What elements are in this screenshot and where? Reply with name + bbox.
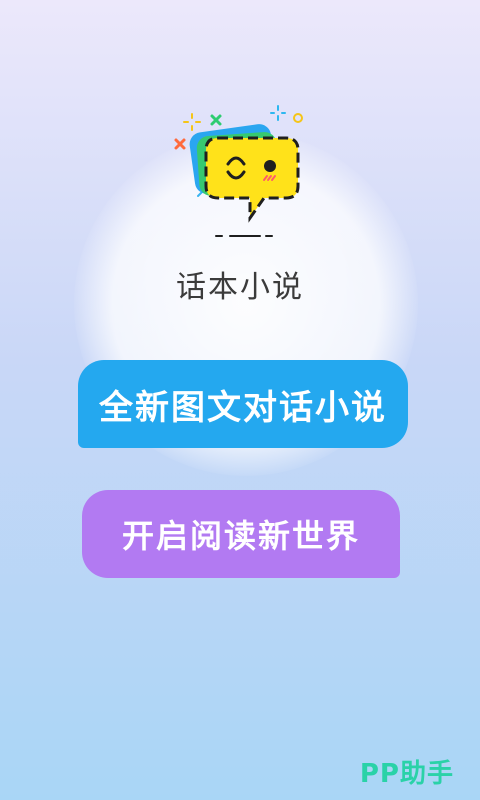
watermark-logo: PP助手	[359, 759, 454, 789]
logo-chat-bubble	[204, 136, 300, 223]
open-eye-icon	[264, 160, 276, 172]
tagline-bubble-1: 全新图文对话小说	[78, 360, 408, 448]
blush-icon	[263, 175, 276, 181]
tagline-text-2: 开启阅读新世界	[121, 517, 360, 555]
tagline-bubble-2: 开启阅读新世界	[82, 490, 400, 578]
tagline-text-1: 全新图文对话小说	[99, 387, 387, 428]
app-name-title: 话本小说	[176, 270, 304, 305]
app-logo	[174, 105, 303, 237]
